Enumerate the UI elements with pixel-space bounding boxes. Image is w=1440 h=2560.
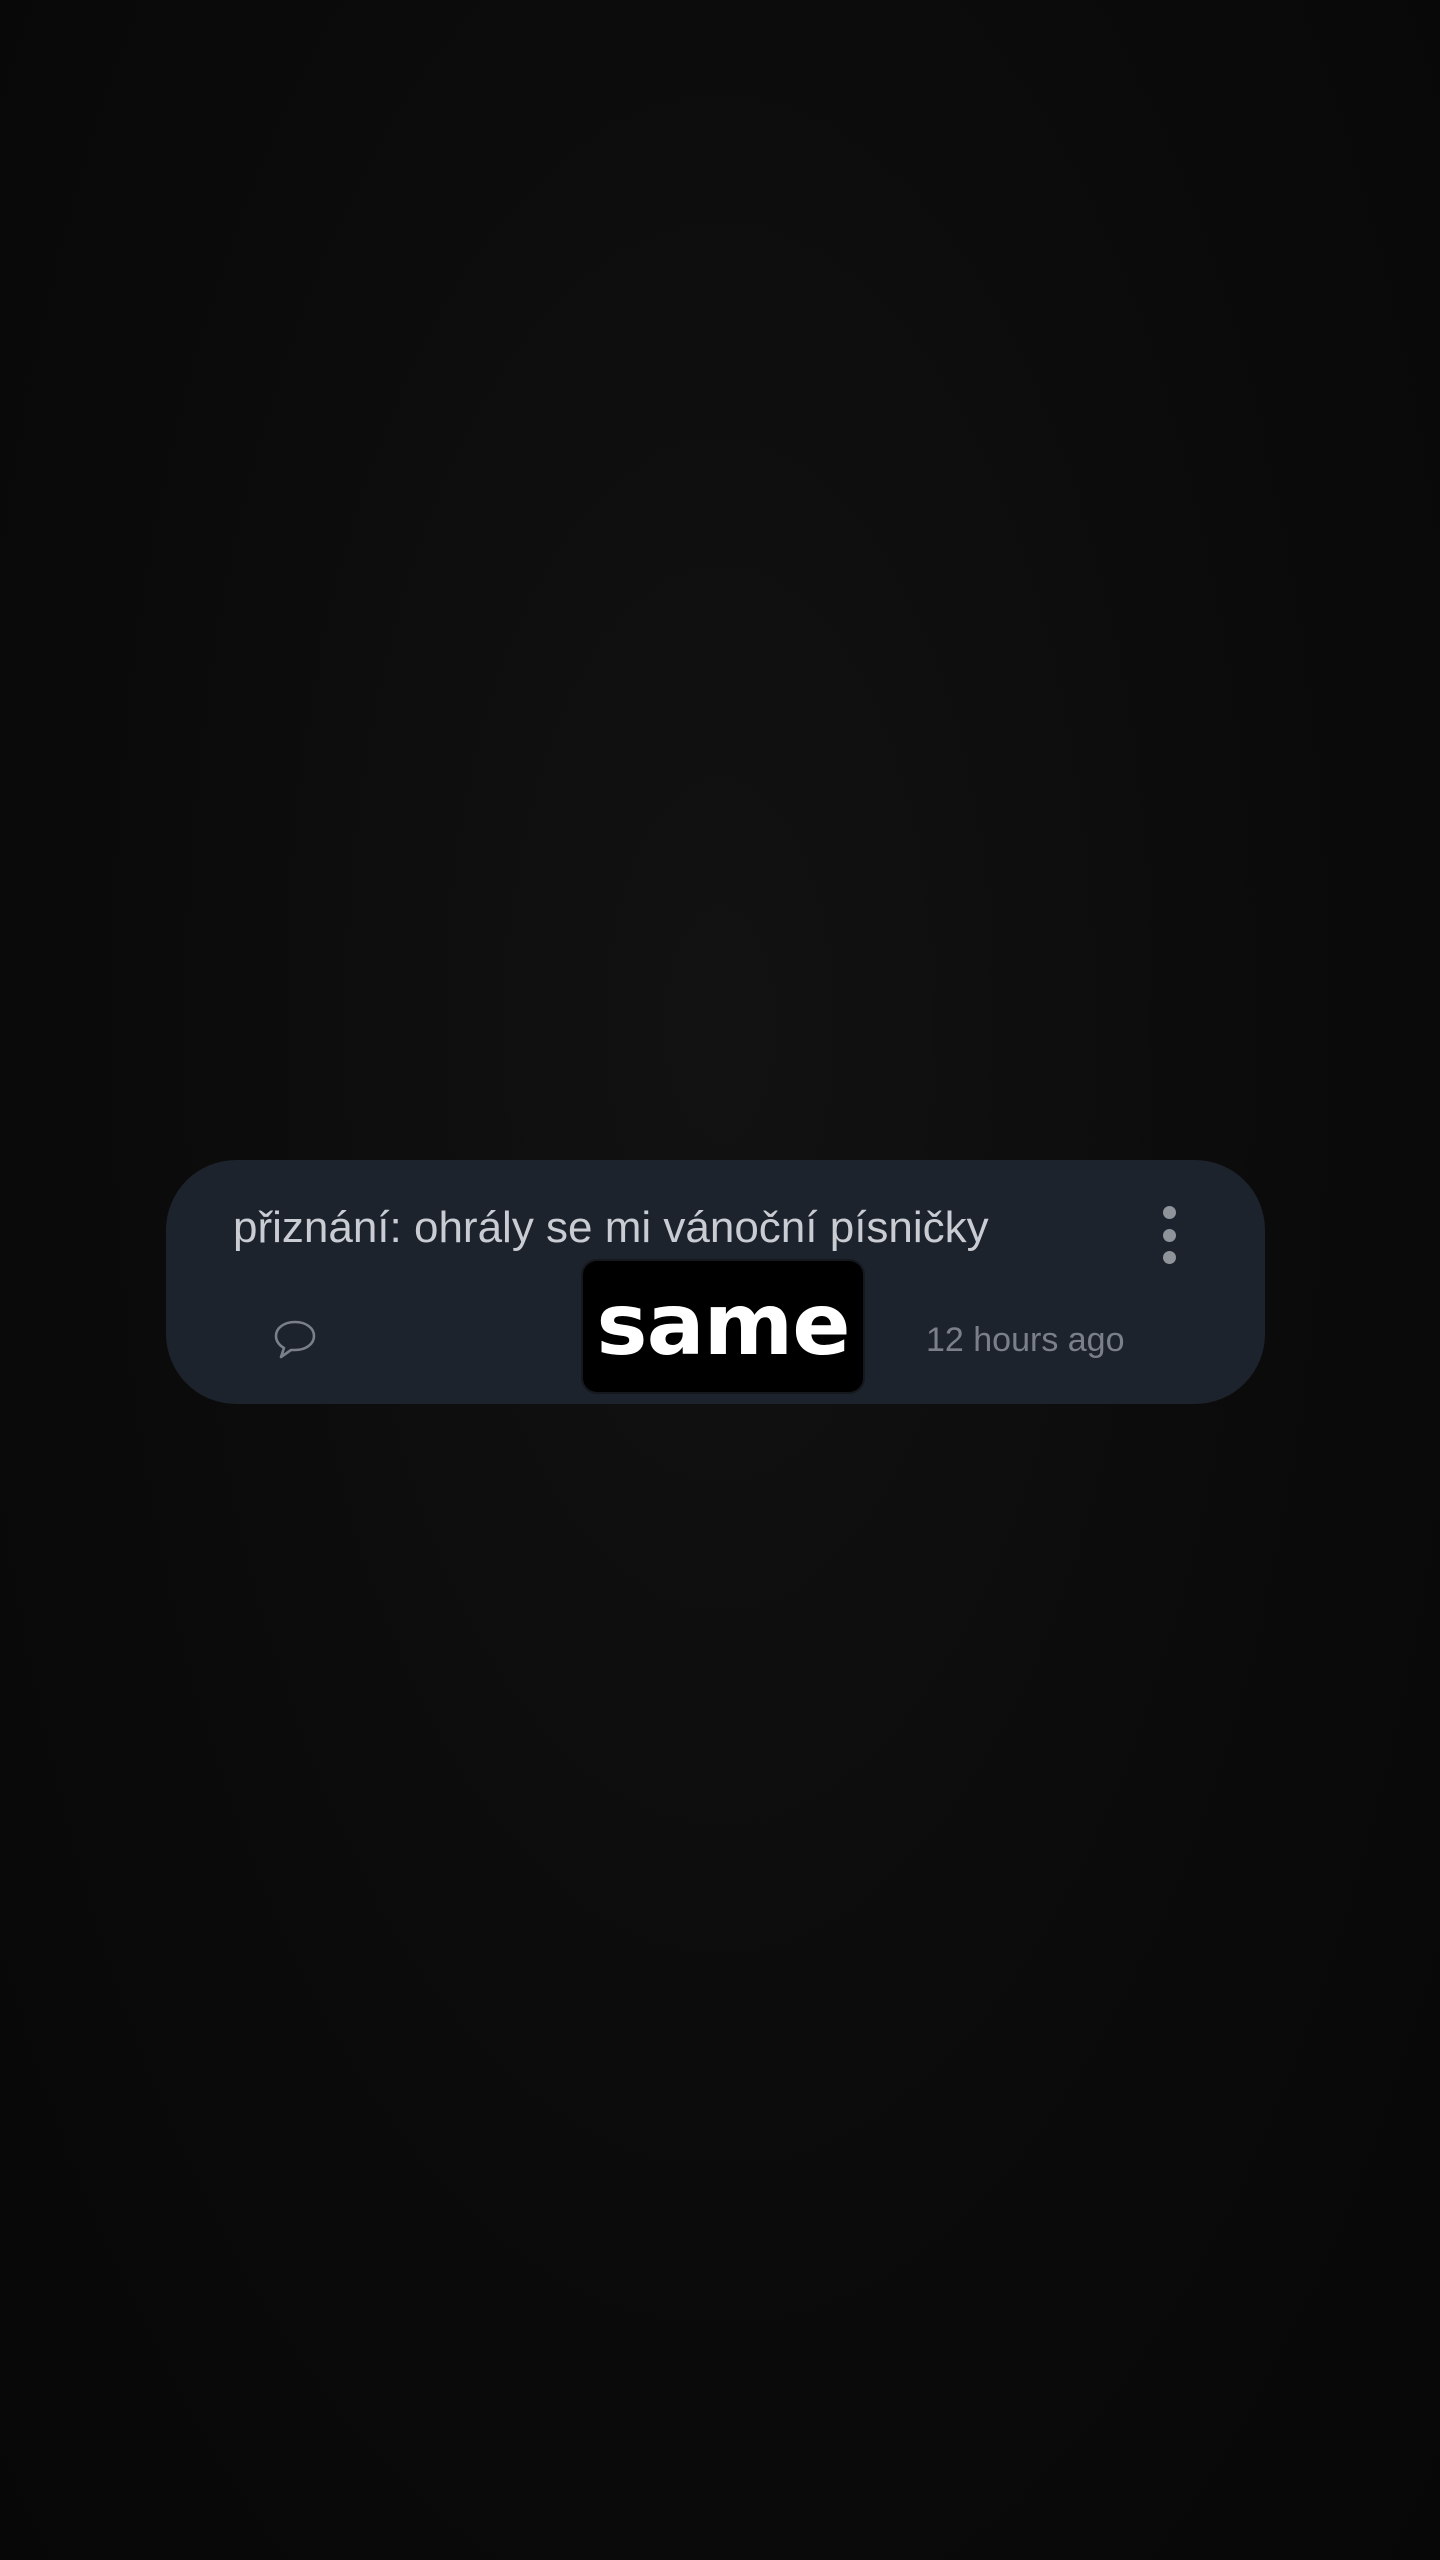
- post-text: přiznání: ohrály se mi vánoční písničky: [233, 1203, 989, 1252]
- more-vertical-icon: [1162, 1228, 1176, 1242]
- more-vertical-icon: [1162, 1206, 1176, 1219]
- sticker-text: same: [596, 1274, 850, 1375]
- comment-button[interactable]: [272, 1318, 318, 1362]
- more-vertical-icon: [1162, 1251, 1176, 1264]
- post-timestamp: 12 hours ago: [926, 1321, 1125, 1359]
- more-options-button[interactable]: [1149, 1200, 1189, 1270]
- reaction-sticker: same: [583, 1261, 863, 1392]
- speech-bubble-icon: [274, 1320, 316, 1359]
